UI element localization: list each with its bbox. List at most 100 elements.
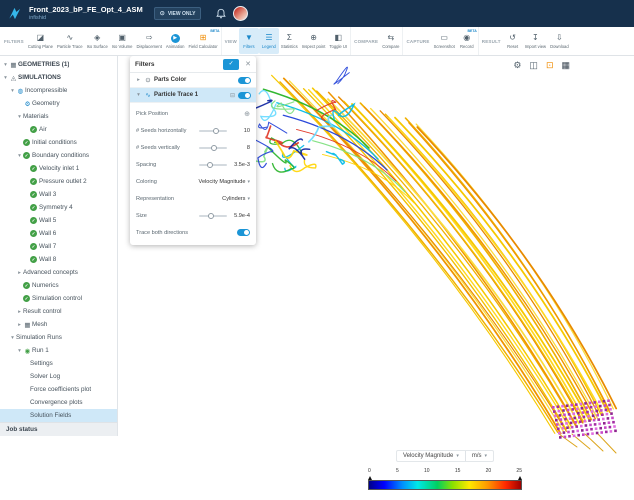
tree-item-settings[interactable]: Settings: [0, 357, 117, 370]
caret-down-icon[interactable]: ▾: [16, 153, 23, 159]
apply-filters-button[interactable]: ✓: [223, 58, 240, 70]
toolbar-item-screenshot[interactable]: ▭ Screenshot: [432, 28, 457, 54]
caret-down-icon[interactable]: ▾: [135, 92, 142, 98]
seed-point: [574, 421, 577, 424]
app-logo-icon[interactable]: [7, 6, 22, 21]
tree-item-air[interactable]: ✓ Air: [0, 123, 117, 136]
tree-item-convergence-plots[interactable]: Convergence plots: [0, 396, 117, 409]
user-avatar[interactable]: [233, 6, 249, 21]
tree-item-simulations[interactable]: ▾ ◬ SIMULATIONS: [0, 71, 117, 84]
slider-seeds-vertically[interactable]: [199, 144, 227, 151]
slider-size[interactable]: [199, 212, 227, 219]
legend-colorbar[interactable]: [368, 476, 522, 490]
caret-down-icon[interactable]: ▾: [2, 75, 9, 81]
trash-icon[interactable]: ⊟: [230, 92, 235, 99]
slider-handle[interactable]: [211, 144, 218, 151]
job-status-bar[interactable]: Job status: [0, 422, 117, 436]
project-info: Front_2023_bP_FE_Opt_4_ASM infishid: [29, 6, 143, 21]
caret-down-icon[interactable]: ▾: [16, 114, 23, 120]
caret-down-icon[interactable]: ▾: [16, 348, 23, 354]
field-value[interactable]: 5.9e-4: [230, 213, 250, 219]
slider-spacing[interactable]: [199, 161, 227, 168]
chevron-down-icon: ▾: [484, 453, 488, 459]
tree-item-force-coefficients-plot[interactable]: Force coefficients plot: [0, 383, 117, 396]
tree-item-wall-8[interactable]: ✓ Wall 8: [0, 253, 117, 266]
caret-right-icon[interactable]: ▸: [16, 309, 23, 315]
crosshair-icon[interactable]: ⊕: [244, 110, 250, 118]
toolbar-item-inspect-point[interactable]: ⊕ Inspect point: [300, 28, 328, 54]
toolbar-item-iso-volume[interactable]: ▣ Iso Volume: [110, 28, 135, 54]
slider-seeds-horizontally[interactable]: [199, 127, 227, 134]
caret-down-icon[interactable]: ▾: [9, 335, 16, 341]
seed-point: [595, 409, 598, 413]
tree-item-wall-7[interactable]: ✓ Wall 7: [0, 240, 117, 253]
tree-item-result-control[interactable]: ▸ Result control: [0, 305, 117, 318]
toolbar-item-iso-surface[interactable]: ◈ Iso Surface: [85, 28, 110, 54]
tree-item-simulation-runs[interactable]: ▾ Simulation Runs: [0, 331, 117, 344]
toolbar-item-toggle-ui[interactable]: ◧ Toggle UI: [327, 28, 349, 54]
tree-item-simulation-control[interactable]: ✓ Simulation control: [0, 292, 117, 305]
slider-handle[interactable]: [212, 127, 219, 134]
close-panel-icon[interactable]: ✕: [245, 60, 251, 68]
field-value[interactable]: 3.5e-3: [230, 162, 250, 168]
notifications-bell-icon[interactable]: [216, 8, 227, 19]
caret-right-icon[interactable]: ▸: [16, 322, 23, 328]
tree-item-solution-fields[interactable]: Solution Fields: [0, 409, 117, 422]
seed-point: [593, 401, 596, 404]
seed-point: [612, 420, 615, 424]
toolbar-item-statistics[interactable]: Σ Statistics: [279, 28, 300, 54]
legend-field-select[interactable]: Velocity Magnitude ▾: [397, 451, 465, 461]
toolbar-item-field-calculator[interactable]: BETA ⊞ Field Calculator: [187, 28, 220, 54]
toolbar-item-displacement[interactable]: ⇨ Displacement: [135, 28, 164, 54]
tree-item-incompressible[interactable]: ▾ ◍ Incompressible: [0, 84, 117, 97]
toolbar-item-import-view[interactable]: ↧ Import view: [523, 28, 548, 54]
tree-item-advanced-concepts[interactable]: ▸ Advanced concepts: [0, 266, 117, 279]
tree-item-materials[interactable]: ▾ Materials: [0, 110, 117, 123]
caret-right-icon[interactable]: ▸: [16, 270, 23, 276]
filter-row-parts-color[interactable]: ▸ ⊙ Parts Color: [130, 73, 256, 88]
caret-down-icon[interactable]: ▾: [9, 88, 16, 94]
tree-item-initial-conditions[interactable]: ✓ Initial conditions: [0, 136, 117, 149]
field-value[interactable]: 10: [230, 128, 250, 134]
field-value[interactable]: 8: [230, 145, 250, 151]
tree-item-boundary-conditions[interactable]: ▾ ✓ Boundary conditions: [0, 149, 117, 162]
tree-item-run-1[interactable]: ▾ ◉ Run 1: [0, 344, 117, 357]
toggle-trace-both-directions[interactable]: [237, 229, 250, 236]
tree-item-wall-3[interactable]: ✓ Wall 3: [0, 188, 117, 201]
view-only-button[interactable]: ⊙ VIEW ONLY: [153, 7, 202, 20]
select-coloring[interactable]: Velocity Magnitude ▾: [199, 179, 250, 185]
toolbar-item-filters[interactable]: ▼ Filters: [238, 28, 259, 54]
tree-item-geometry[interactable]: ⚙ Geometry: [0, 97, 117, 110]
toolbar-item-reset[interactable]: ↺ Reset: [503, 28, 523, 54]
tree-item-solver-log[interactable]: Solver Log: [0, 370, 117, 383]
tree-item-symmetry-4[interactable]: ✓ Symmetry 4: [0, 201, 117, 214]
filter-row-particle-trace-1[interactable]: ▾ ∿ Particle Trace 1 ⊟: [130, 88, 256, 103]
legend-unit-select[interactable]: m/s ▾: [466, 451, 493, 461]
seed-point: [577, 433, 580, 437]
tree-item-geometries-1[interactable]: ▾ ▦ GEOMETRIES (1): [0, 58, 117, 71]
toolbar-item-record[interactable]: BETA ◉ Record: [457, 28, 477, 54]
toolbar-item-particle-trace[interactable]: ∿ Particle Trace: [55, 28, 85, 54]
tree-item-wall-6[interactable]: ✓ Wall 6: [0, 227, 117, 240]
tree-item-numerics[interactable]: ✓ Numerics: [0, 279, 117, 292]
tree-item-velocity-inlet-1[interactable]: ✓ Velocity inlet 1: [0, 162, 117, 175]
tree-item-mesh[interactable]: ▸ ▦ Mesh: [0, 318, 117, 331]
toolbar-item-download[interactable]: ⇩ Download: [548, 28, 571, 54]
caret-right-icon[interactable]: ▸: [135, 77, 142, 83]
viewport-settings-button[interactable]: ⚙: [513, 59, 521, 72]
toolbar-item-cutting-plane[interactable]: ◪ Cutting Plane: [26, 28, 55, 54]
slider-handle[interactable]: [207, 212, 214, 219]
select-representation[interactable]: Cylinders ▾: [222, 196, 250, 202]
toolbar-item-animation[interactable]: ▶ Animation: [164, 28, 187, 54]
tree-item-wall-5[interactable]: ✓ Wall 5: [0, 214, 117, 227]
tree-item-pressure-outlet-2[interactable]: ✓ Pressure outlet 2: [0, 175, 117, 188]
viewport-layout-views-button[interactable]: ▦: [561, 59, 570, 72]
toolbar-item-legend[interactable]: ☰ Legend: [258, 28, 279, 54]
slider-handle[interactable]: [206, 161, 213, 168]
viewport-highlight-parts-button[interactable]: ⊡: [546, 59, 554, 72]
caret-down-icon[interactable]: ▾: [2, 62, 9, 68]
visibility-toggle[interactable]: [238, 91, 251, 99]
visibility-toggle[interactable]: [238, 76, 251, 84]
toolbar-item-compare[interactable]: ⇆ Compare: [380, 28, 401, 54]
viewport-view-cube-button[interactable]: ◫: [529, 59, 538, 72]
